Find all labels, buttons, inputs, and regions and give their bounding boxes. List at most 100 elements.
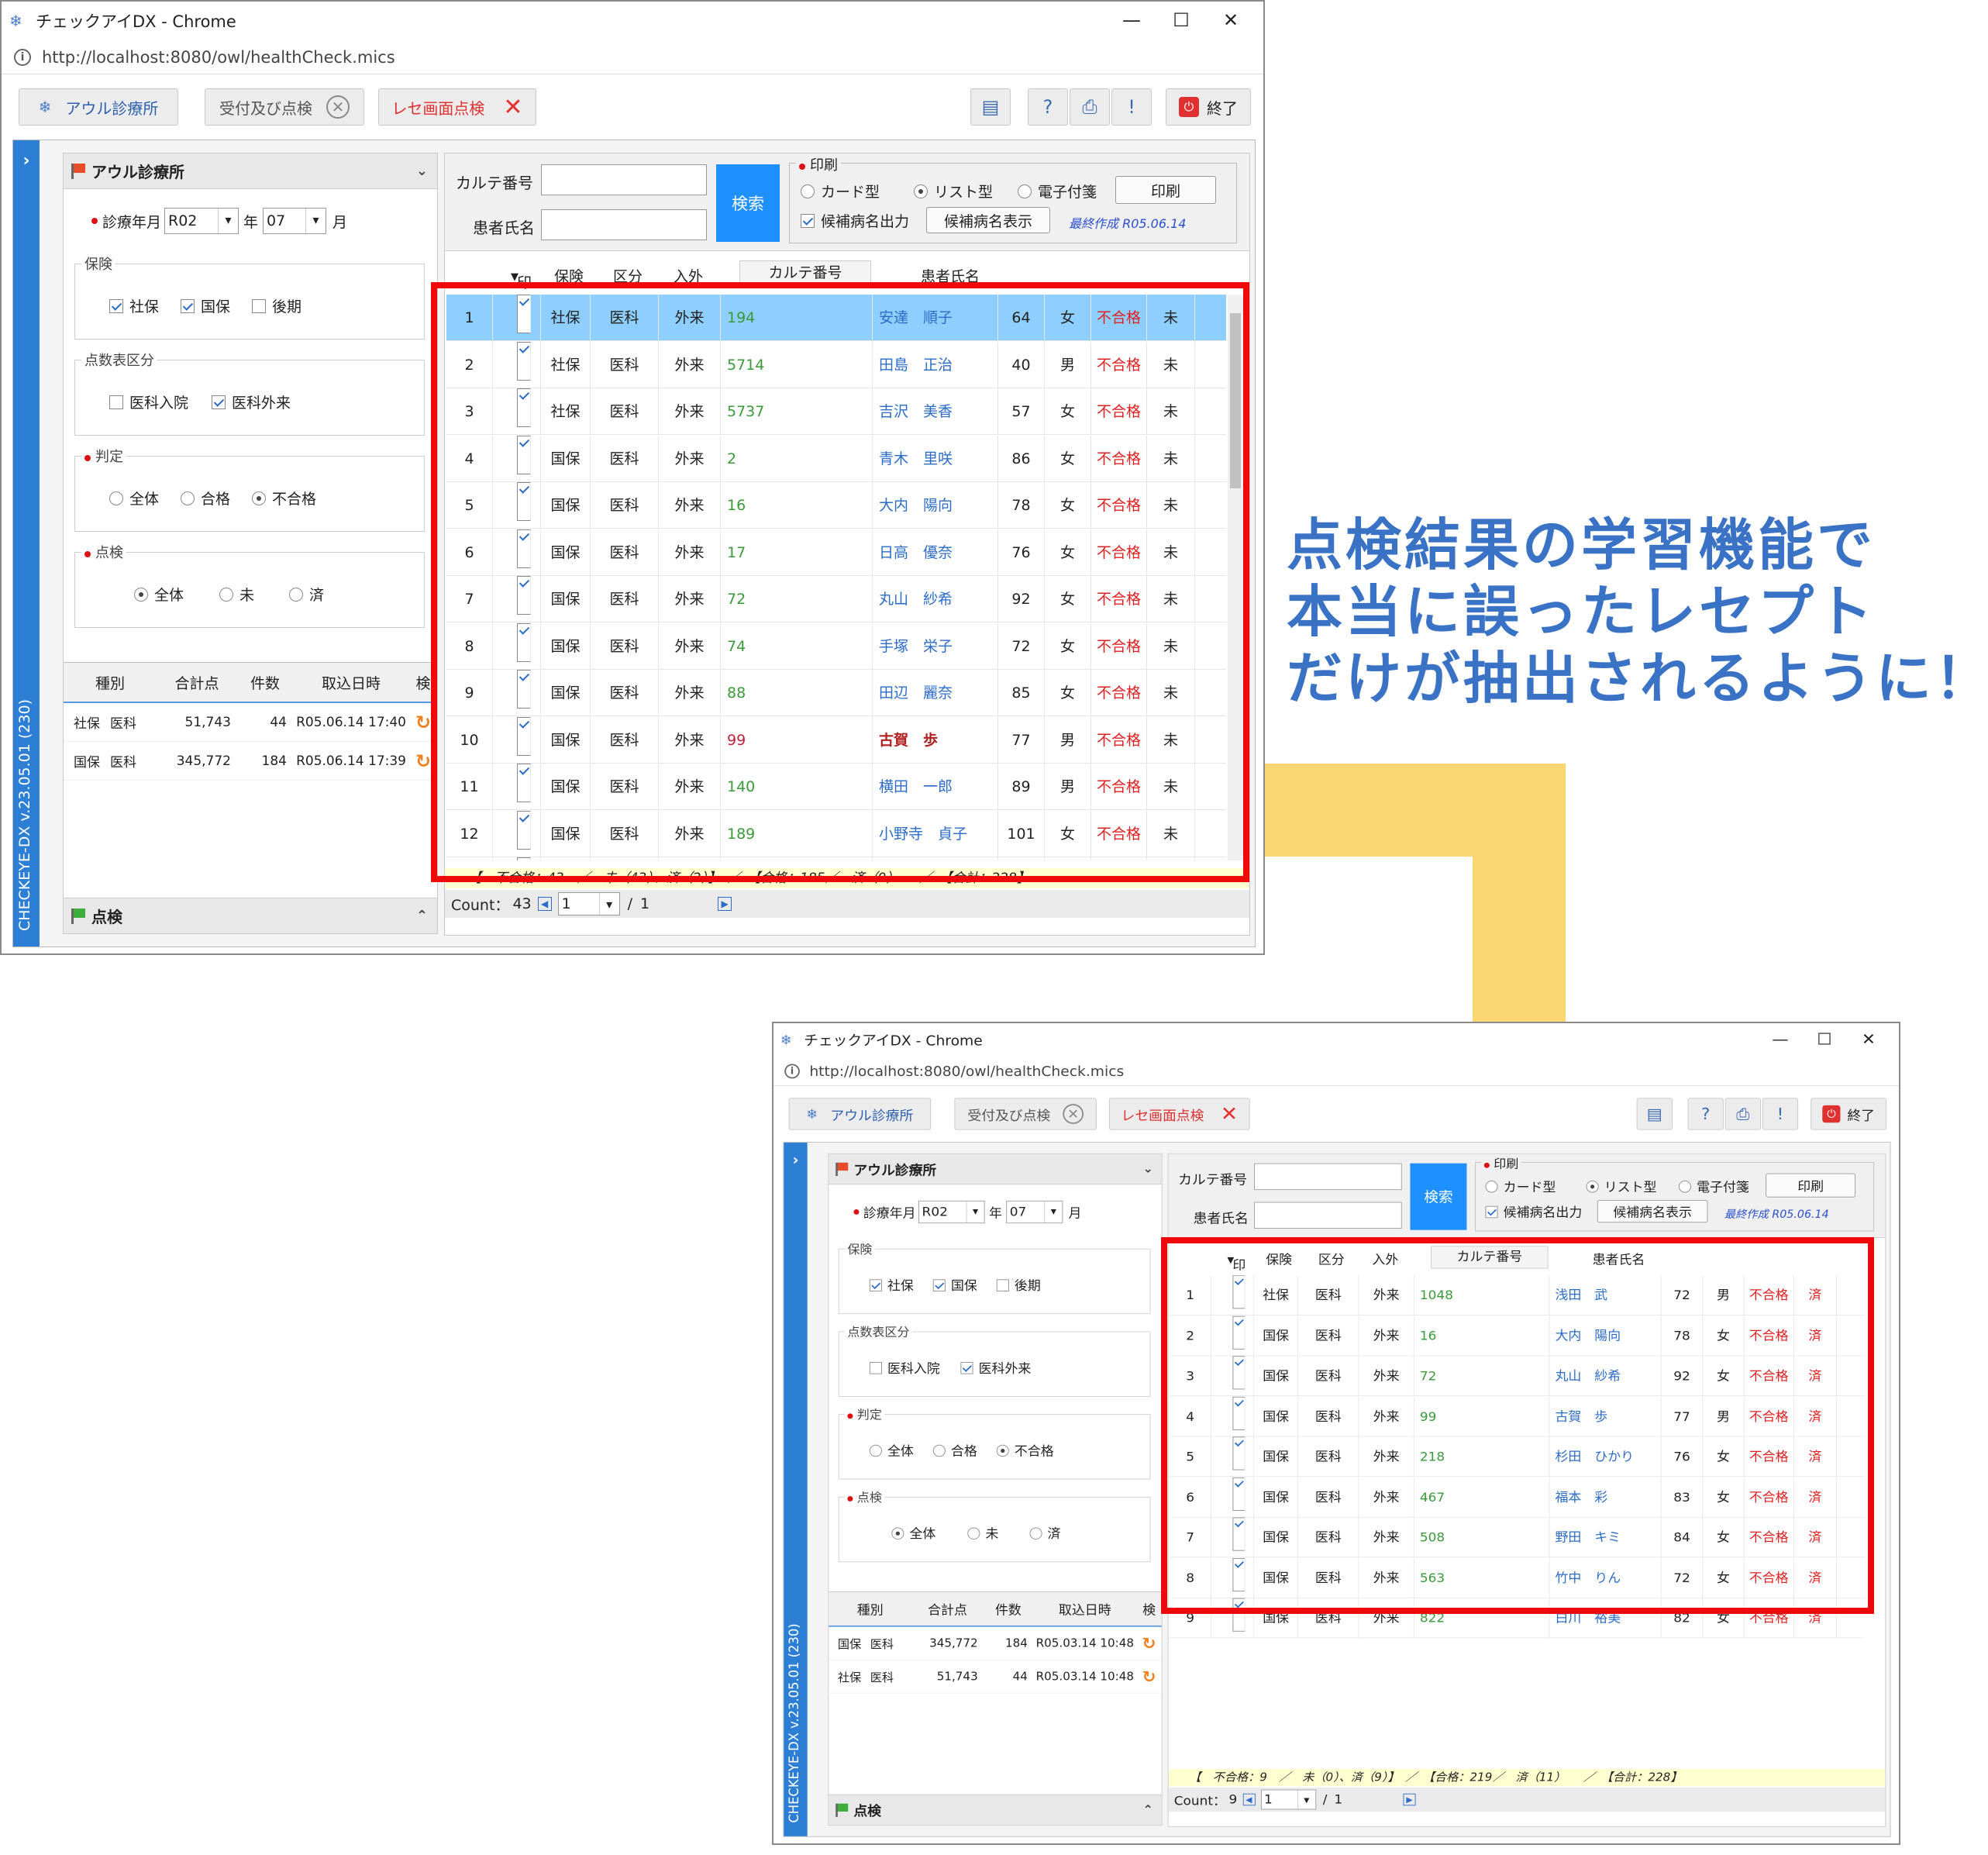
clinic-header[interactable]: アウル診療所 ⌄ [829, 1153, 1162, 1185]
name-input[interactable] [1254, 1202, 1402, 1229]
chevron-down-icon[interactable]: ⌄ [1143, 1162, 1153, 1176]
judge-fail-radio[interactable]: 不合格 [996, 1441, 1054, 1459]
radio-on[interactable] [252, 491, 266, 505]
judge-fail-radio[interactable]: 不合格 [252, 488, 316, 509]
list-radio[interactable]: リスト型 [1586, 1177, 1656, 1195]
score-out-checkbox[interactable]: 医科外来 [960, 1359, 1031, 1377]
refresh-icon[interactable]: ↻ [1137, 1667, 1162, 1686]
month-select[interactable]: 07 ▾ [263, 208, 327, 234]
address-bar[interactable]: i http://localhost:8080/owl/healthCheck.… [2, 40, 1263, 74]
checkbox-checked[interactable] [932, 1278, 946, 1291]
radio-on[interactable] [891, 1527, 904, 1540]
checkbox-checked[interactable] [212, 395, 226, 409]
era-select[interactable]: R02 ▾ [918, 1200, 985, 1224]
judge-all-radio[interactable]: 全体 [869, 1441, 914, 1459]
close-button[interactable]: ✕ [1848, 1023, 1889, 1057]
radio-on[interactable] [134, 587, 148, 602]
exit-button[interactable]: ⏻ 終了 [1166, 88, 1251, 126]
prev-page-icon[interactable]: ◀ [1242, 1793, 1256, 1806]
refresh-icon[interactable]: ↻ [1137, 1634, 1162, 1653]
month-select[interactable]: 07 ▾ [1006, 1200, 1063, 1224]
clinic-button[interactable]: ❄ アウル診療所 [788, 1098, 932, 1130]
score-in-checkbox[interactable]: 医科入院 [109, 391, 188, 412]
help-icon[interactable]: ? [1687, 1098, 1724, 1130]
print-icon[interactable]: ⎙ [1724, 1098, 1761, 1130]
candidate-checkbox[interactable]: 候補病名出力 [1485, 1202, 1582, 1220]
rece-screen-check-button[interactable]: レセ画面点検 ✕ [1108, 1098, 1250, 1130]
print-button[interactable]: 印刷 [1115, 176, 1216, 204]
close-red-icon[interactable]: ✕ [1221, 1102, 1238, 1126]
clinic-header[interactable]: アウル診療所 ⌄ [64, 153, 437, 189]
judge-pass-radio[interactable]: 合格 [932, 1441, 977, 1459]
radio-on[interactable] [914, 184, 928, 198]
search-button[interactable]: 検索 [716, 164, 780, 242]
summary-row[interactable]: 社保 医科 51,743 44 R05.06.14 17:40 ↻ [64, 703, 437, 742]
karte-input[interactable] [541, 164, 707, 195]
reception-check-button[interactable]: 受付及び点検 ✕ [205, 88, 364, 126]
summary-row[interactable]: 国保 医科 345,772 184 R05.06.14 17:39 ↻ [64, 742, 437, 781]
list-radio[interactable]: リスト型 [914, 181, 993, 202]
card-radio[interactable]: カード型 [1485, 1177, 1556, 1195]
check-footer[interactable]: 点検 ⌃ [829, 1794, 1162, 1826]
radio-off[interactable] [109, 491, 123, 505]
minimize-button[interactable]: — [1759, 1023, 1800, 1057]
check-not-radio[interactable]: 未 [967, 1524, 998, 1542]
radio-off[interactable] [289, 587, 303, 602]
score-in-checkbox[interactable]: 医科入院 [869, 1359, 940, 1377]
score-out-checkbox[interactable]: 医科外来 [212, 391, 291, 412]
tag-radio[interactable]: 電子付箋 [1018, 181, 1097, 202]
karte-input[interactable] [1254, 1163, 1402, 1191]
alert-icon[interactable]: ! [1762, 1098, 1799, 1130]
info-icon[interactable]: i [784, 1064, 800, 1078]
reception-check-button[interactable]: 受付及び点検 ✕ [954, 1098, 1097, 1130]
close-red-icon[interactable]: ✕ [503, 94, 522, 121]
page-select[interactable]: 1 ▾ [557, 892, 620, 915]
list-icon[interactable]: ▤ [1636, 1098, 1673, 1130]
name-input[interactable] [541, 209, 707, 240]
radio-off[interactable] [219, 587, 233, 602]
print-button[interactable]: 印刷 [1766, 1173, 1856, 1198]
check-not-radio[interactable]: 未 [219, 584, 254, 605]
checkbox-unchecked[interactable] [869, 1361, 882, 1374]
ins-shaho-checkbox[interactable]: 社保 [869, 1276, 914, 1294]
checkbox-unchecked[interactable] [109, 395, 123, 409]
prev-page-icon[interactable]: ◀ [537, 897, 552, 911]
radio-off[interactable] [1485, 1180, 1498, 1193]
check-done-radio[interactable]: 済 [1029, 1524, 1061, 1542]
judge-all-radio[interactable]: 全体 [109, 488, 159, 509]
check-all-radio[interactable]: 全体 [891, 1524, 935, 1542]
checkbox-checked[interactable] [869, 1278, 882, 1291]
radio-off[interactable] [1018, 184, 1032, 198]
candidate-checkbox[interactable]: 候補病名出力 [801, 210, 909, 231]
chevron-up-icon[interactable]: ⌃ [1143, 1803, 1153, 1817]
summary-row[interactable]: 国保 医科 345,772 184 R05.03.14 10:48 ↻ [829, 1627, 1162, 1660]
judge-pass-radio[interactable]: 合格 [181, 488, 230, 509]
ins-kokuho-checkbox[interactable]: 国保 [932, 1276, 977, 1294]
radio-off[interactable] [181, 491, 195, 505]
chevron-up-icon[interactable]: ⌃ [416, 908, 428, 924]
check-footer[interactable]: 点検 ⌃ [64, 898, 437, 933]
next-page-icon[interactable]: ▶ [1403, 1793, 1416, 1806]
ins-kokuho-checkbox[interactable]: 国保 [181, 295, 230, 316]
checkbox-checked[interactable] [801, 213, 815, 228]
checkbox-checked[interactable] [1485, 1205, 1498, 1218]
minimize-button[interactable]: — [1108, 2, 1155, 40]
tag-radio[interactable]: 電子付箋 [1678, 1177, 1749, 1195]
checkbox-checked[interactable] [960, 1361, 973, 1374]
ins-kouki-checkbox[interactable]: 後期 [996, 1276, 1041, 1294]
clinic-button[interactable]: ❄ アウル診療所 [19, 88, 178, 126]
alert-icon[interactable]: ! [1111, 88, 1152, 126]
list-icon[interactable]: ▤ [970, 88, 1011, 126]
radio-off[interactable] [801, 184, 815, 198]
radio-off[interactable] [1678, 1180, 1692, 1193]
check-all-radio[interactable]: 全体 [134, 584, 184, 605]
print-icon[interactable]: ⎙ [1070, 88, 1110, 126]
checkbox-unchecked[interactable] [996, 1278, 1009, 1291]
candidate-button[interactable]: 候補病名表示 [1597, 1200, 1708, 1223]
ins-kouki-checkbox[interactable]: 後期 [252, 295, 301, 316]
exit-button[interactable]: ⏻ 終了 [1811, 1098, 1887, 1130]
expand-icon[interactable]: › [784, 1152, 807, 1169]
rece-screen-check-button[interactable]: レセ画面点検 ✕ [378, 88, 536, 126]
candidate-button[interactable]: 候補病名表示 [926, 207, 1050, 233]
radio-on[interactable] [1586, 1180, 1599, 1193]
